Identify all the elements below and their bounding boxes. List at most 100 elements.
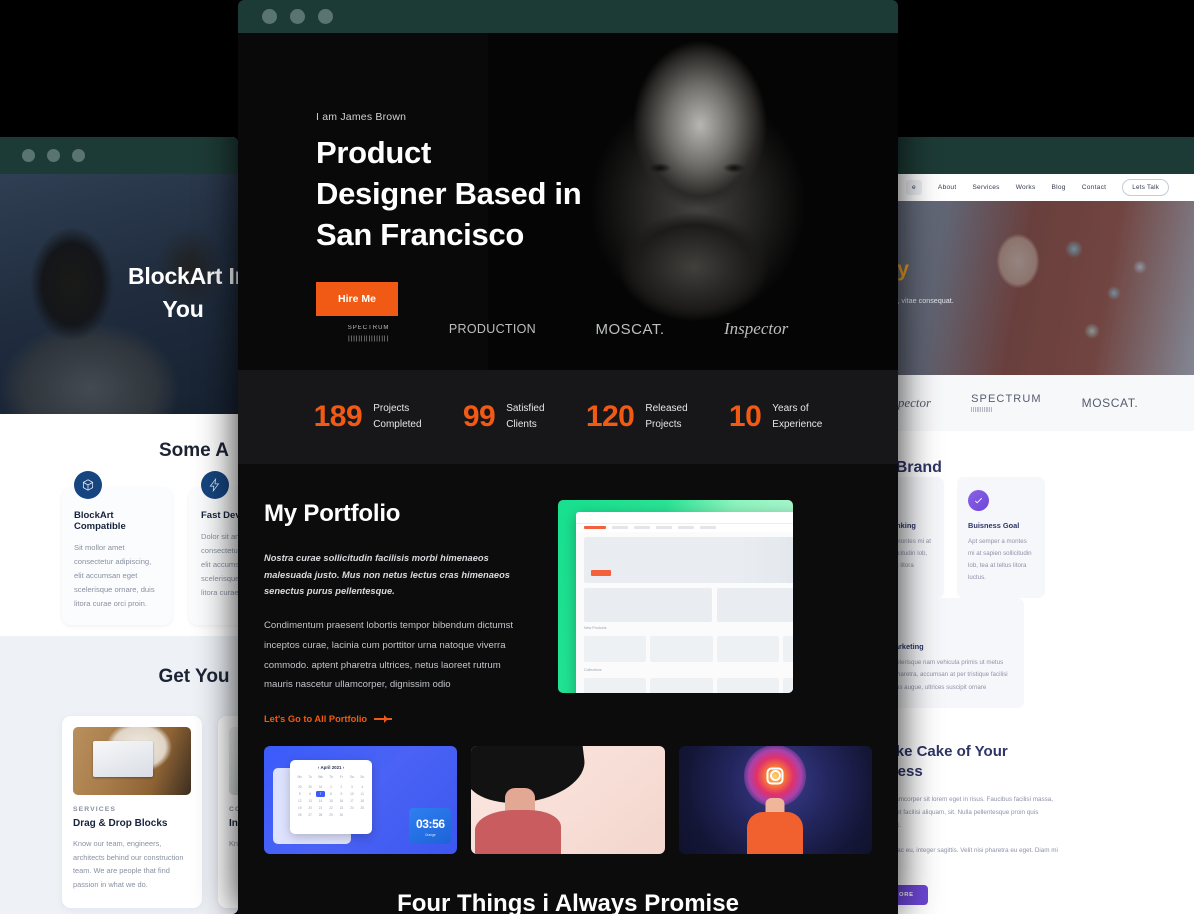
portfolio-thumb-calendar[interactable]: ‹ April 2021 › Mo Tu We Th Fr Sa Su 29 3…	[264, 745, 458, 854]
window-dot-yellow[interactable]	[47, 149, 60, 162]
left-browser-window[interactable]: BlockArt In You Some A BlockArt Compatib…	[0, 137, 238, 914]
cake-heading: We take Cake of Your Business	[878, 742, 1194, 783]
nav-item-services[interactable]: Services	[972, 184, 999, 191]
portfolio-body: Condimentum praesent lobortis tempor bib…	[264, 620, 514, 691]
calendar-header: ‹ April 2021 ›	[317, 764, 345, 770]
center-portfolio-section: My Portfolio Nostra curae sollicitudin f…	[238, 464, 898, 914]
day-cell[interactable]: 26	[295, 812, 304, 818]
left-features-heading: Some A	[158, 440, 230, 461]
day-cell[interactable]: 8	[326, 791, 335, 797]
day-cell-selected[interactable]: 7	[315, 790, 326, 797]
portfolio-thumb-instagram[interactable]	[678, 745, 872, 854]
center-hero-copy: I am James Brown Product Designer Based …	[316, 111, 582, 316]
stat-number: 120	[585, 400, 635, 433]
stat-label-line2: Clients	[506, 419, 537, 430]
day-cell[interactable]: 29	[326, 812, 335, 818]
left-service-card[interactable]: CONTA Integ Know behind peopl	[218, 716, 238, 908]
nav-item-about[interactable]: About	[938, 184, 956, 191]
day-cell[interactable]: 22	[326, 805, 335, 811]
day-cell[interactable]: 2	[337, 784, 346, 790]
brand-card-email-marketing[interactable]: Email Marketing Pretium scelerisque nam …	[878, 598, 1024, 708]
portfolio-thumb-illustration[interactable]	[471, 745, 665, 854]
day-cell[interactable]: 20	[305, 805, 314, 811]
left-feature-card-title: Fast Development	[201, 510, 238, 521]
brand-card-business-goal[interactable]: Buisness Goal Apt semper a montes mi at …	[957, 477, 1045, 599]
window-dot-red[interactable]	[22, 149, 35, 162]
center-hero-headline-line1: Product	[316, 135, 432, 170]
day-cell[interactable]: 29	[295, 784, 304, 790]
day-cell[interactable]: 13	[305, 798, 314, 804]
window-dot-green[interactable]	[318, 9, 333, 24]
center-hero-headline: Product Designer Based in San Francisco	[316, 133, 582, 256]
day-cell[interactable]: 4	[358, 784, 367, 790]
weekday: Sa	[349, 774, 354, 779]
right-cake-section: We take Cake of Your Business Nisi, sed …	[878, 707, 1194, 905]
stat-item: 189 Projects Completed	[314, 400, 422, 434]
weekday: Th	[329, 774, 333, 779]
portfolio-link[interactable]: Let's Go to All Portfolio	[264, 714, 532, 724]
left-feature-card-text: Dolor sit amet consectetur adipiscing, e…	[201, 532, 238, 598]
right-site-nav[interactable]: e About Services Works Blog Contact Lets…	[878, 174, 1194, 201]
left-service-card-text: Know our team, engineers, architects beh…	[73, 839, 184, 890]
client-logo-spectrum-word: SPECTRUM	[347, 325, 390, 331]
day-cell[interactable]: 12	[295, 798, 304, 804]
day-cell[interactable]: 23	[337, 805, 346, 811]
stat-label: Released Projects	[645, 401, 687, 434]
day-cell[interactable]: 27	[305, 812, 314, 818]
left-service-card[interactable]: SERVICES Drag & Drop Blocks Know our tea…	[62, 716, 202, 908]
stat-item: 99 Satisfied Clients	[463, 400, 545, 434]
lets-talk-button[interactable]: Lets Talk	[1122, 179, 1170, 196]
right-brand-heading: Your Brand	[878, 459, 942, 476]
stat-label-line1: Released	[645, 402, 688, 414]
day-cell[interactable]: 14	[316, 798, 325, 804]
day-cell[interactable]: 25	[358, 805, 367, 811]
portfolio-link-label: Let's Go to All Portfolio	[264, 713, 368, 724]
brand-card-title: Email Marketing	[878, 642, 924, 652]
day-cell[interactable]: 5	[295, 791, 304, 797]
day-cell[interactable]: 24	[347, 805, 356, 811]
day-cell[interactable]: 19	[295, 805, 304, 811]
nav-item-home[interactable]: e	[906, 180, 922, 195]
stat-item: 10 Years of Experience	[729, 400, 822, 434]
day-cell[interactable]: 9	[337, 791, 346, 797]
cake-paragraph-1: Nisi, sed ut ullamcorper sit lorem eget …	[878, 796, 1054, 829]
day-cell[interactable]: 6	[305, 791, 314, 797]
day-cell[interactable]: 10	[347, 791, 356, 797]
day-cell[interactable]: 17	[347, 798, 356, 804]
window-dot-yellow[interactable]	[290, 9, 305, 24]
client-logo-spectrum-sub: ||||||||||||	[971, 407, 993, 413]
day-cell[interactable]: 31	[316, 784, 325, 790]
center-client-logo-row: SPECTRUM |||||||||||||||| PRODUCTION MOS…	[238, 288, 898, 370]
day-cell[interactable]: 28	[316, 812, 325, 818]
day-cell[interactable]: 18	[358, 798, 367, 804]
right-brand-card-row: Page Ranking Semper a montes mi at sapie…	[878, 477, 1194, 599]
client-logo-inspector: Inspector	[724, 319, 789, 338]
left-feature-card-text: Sit mollor amet consectetur adipiscing, …	[74, 543, 155, 609]
day-cell[interactable]: 16	[337, 798, 346, 804]
day-cell[interactable]: 3	[347, 784, 356, 790]
calendar-day-grid[interactable]: 29 30 31 1234 56 7 8 9 10 11 12 13 14 15 16 17 18 1…	[295, 784, 367, 818]
stat-label-line1: Years of	[772, 402, 809, 414]
window-dot-green[interactable]	[72, 149, 85, 162]
window-dot-red[interactable]	[262, 9, 277, 24]
left-feature-card-title: BlockArt Compatible	[74, 510, 126, 532]
day-cell[interactable]: 30	[305, 784, 314, 790]
right-hero-headline: d Winning rketing Agency	[878, 229, 1088, 284]
day-cell[interactable]: 21	[316, 805, 325, 811]
day-cell[interactable]: 30	[337, 812, 346, 818]
left-feature-card[interactable]: BlockArt Compatible Sit mollor amet cons…	[62, 471, 172, 626]
center-browser-window[interactable]: I am James Brown Product Designer Based …	[238, 0, 898, 914]
nav-item-blog[interactable]: Blog	[1052, 184, 1066, 191]
client-logo-production: PRODUCTION	[448, 322, 536, 336]
right-browser-window[interactable]: e About Services Works Blog Contact Lets…	[878, 137, 1194, 914]
right-hero-copy: d Winning rketing Agency a quam in a. Ma…	[878, 229, 1088, 341]
day-cell[interactable]: 15	[326, 798, 335, 804]
portfolio-featured-shot[interactable]: New Products Collections	[558, 500, 793, 693]
stat-number: 10	[728, 400, 762, 433]
left-service-card-kicker: CONTA	[229, 806, 238, 813]
nav-item-works[interactable]: Works	[1016, 184, 1036, 191]
nav-item-contact[interactable]: Contact	[1082, 184, 1106, 191]
day-cell[interactable]: 11	[358, 791, 367, 797]
day-cell[interactable]: 1	[326, 784, 335, 790]
left-feature-card[interactable]: Fast Development Dolor sit amet consecte…	[189, 471, 238, 626]
